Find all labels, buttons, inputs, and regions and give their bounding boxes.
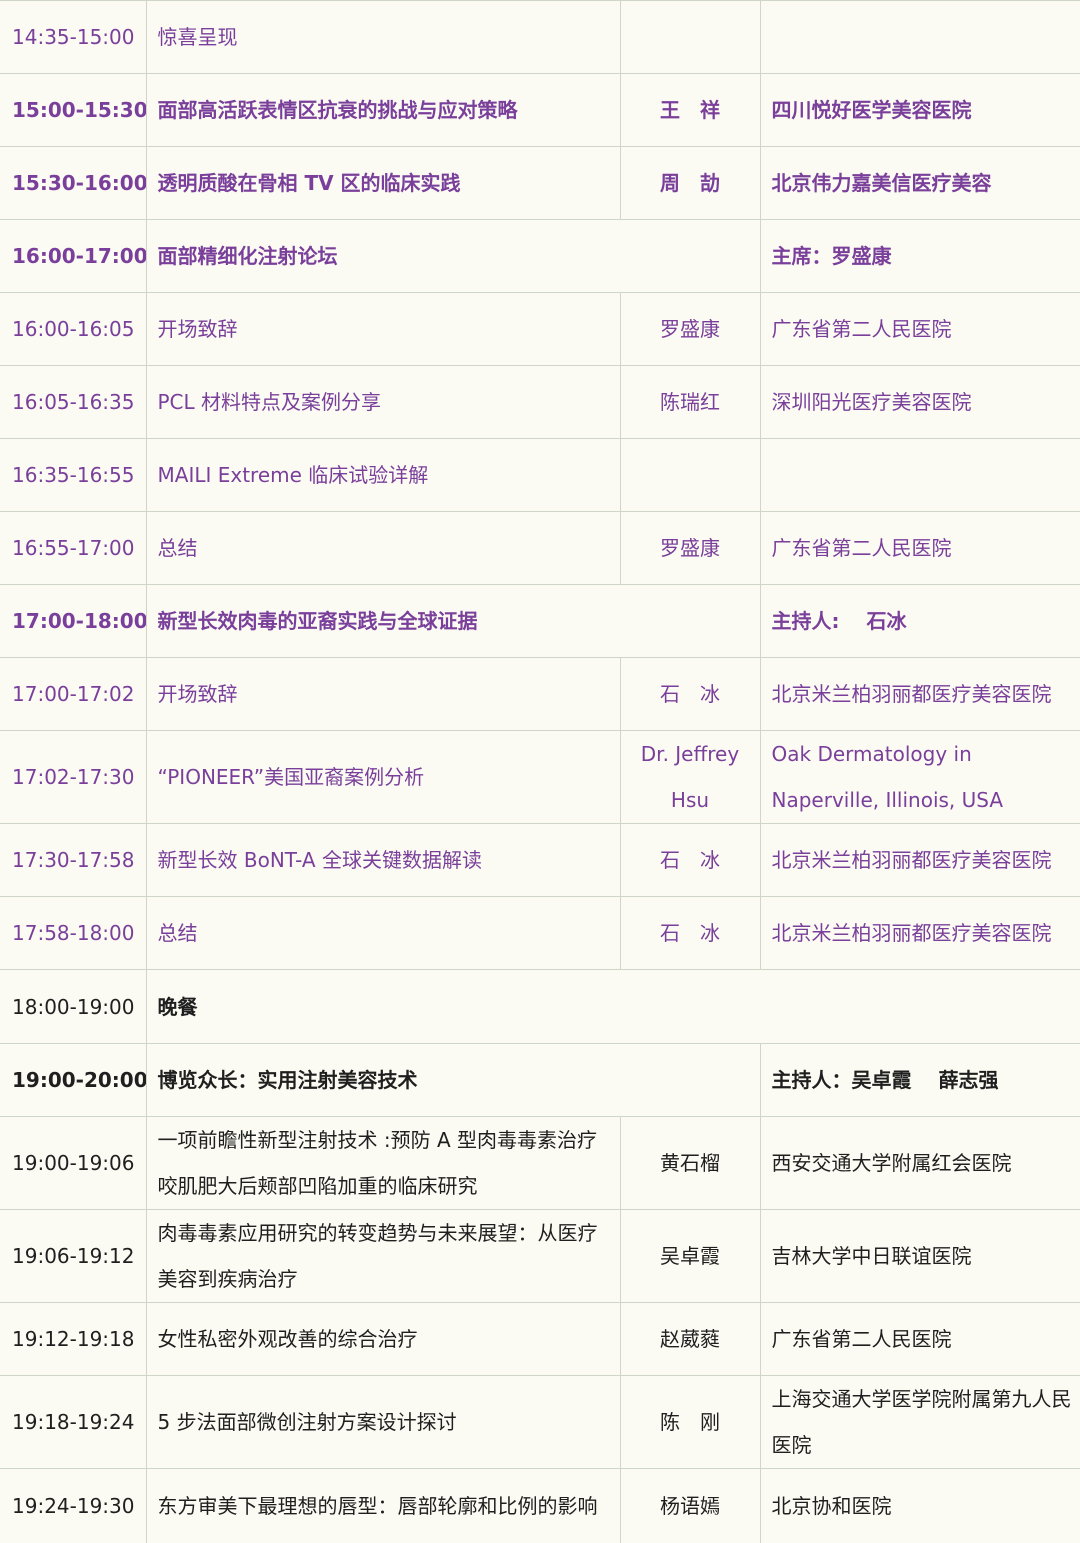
agenda-row: 19:18-19:24 5 步法面部微创注射方案设计探讨陈 刚上海交通大学医学院附… xyxy=(0,1375,1080,1469)
session-time: 19:18-19:24 xyxy=(0,1375,146,1469)
session-speaker: 陈瑞红 xyxy=(619,365,760,439)
session-time: 17:30-17:58 xyxy=(0,823,146,897)
session-time: 16:00-17:00 xyxy=(0,219,146,293)
session-organization: 主持人：吴卓霞 薛志强 xyxy=(759,1043,1080,1117)
session-speaker: 黄石榴 xyxy=(619,1116,760,1210)
session-organization: 四川悦好医学美容医院 xyxy=(759,73,1080,147)
session-time: 19:24-19:30 xyxy=(0,1468,146,1543)
session-organization: 主持人: 石冰 xyxy=(759,584,1080,658)
session-topic: “PIONEER”美国亚裔案例分析 xyxy=(145,730,620,824)
agenda-row: 17:30-17:58 新型长效 BoNT-A 全球关键数据解读石 冰北京米兰柏羽… xyxy=(0,823,1080,897)
session-time: 17:58-18:00 xyxy=(0,896,146,970)
session-topic: 晚餐 xyxy=(145,969,1080,1044)
session-topic: 开场致辞 xyxy=(145,292,620,366)
session-organization: Oak Dermatology in Naperville, Illinois,… xyxy=(759,730,1080,824)
agenda-row: 16:00-17:00 面部精细化注射论坛 主席：罗盛康 xyxy=(0,219,1080,293)
session-organization: 吉林大学中日联谊医院 xyxy=(759,1209,1080,1303)
session-time: 18:00-19:00 xyxy=(0,969,146,1044)
session-topic: 面部精细化注射论坛 xyxy=(145,219,760,293)
session-organization: 深圳阳光医疗美容医院 xyxy=(759,365,1080,439)
agenda-row: 15:30-16:00 透明质酸在骨相 TV 区的临床实践周 劼北京伟力嘉美信医疗… xyxy=(0,146,1080,220)
session-speaker xyxy=(619,438,760,512)
session-topic: 开场致辞 xyxy=(145,657,620,731)
agenda-row: 19:00-19:06 一项前瞻性新型注射技术 :预防 A 型肉毒毒素治疗咬肌肥大… xyxy=(0,1116,1080,1210)
session-time: 19:00-19:06 xyxy=(0,1116,146,1210)
session-topic: 女性私密外观改善的综合治疗 xyxy=(145,1302,620,1376)
agenda-row: 15:00-15:30 面部高活跃表情区抗衰的挑战与应对策略王 祥四川悦好医学美容… xyxy=(0,73,1080,147)
session-speaker: Dr. Jeffrey Hsu xyxy=(619,730,760,824)
session-topic: 面部高活跃表情区抗衰的挑战与应对策略 xyxy=(145,73,620,147)
agenda-row: 18:00-19:00 晚餐 xyxy=(0,969,1080,1044)
session-organization xyxy=(759,438,1080,512)
session-time: 17:00-18:00 xyxy=(0,584,146,658)
session-time: 19:12-19:18 xyxy=(0,1302,146,1376)
session-speaker: 杨语嫣 xyxy=(619,1468,760,1543)
agenda-row: 19:00-20:00 博览众长：实用注射美容技术 主持人：吴卓霞 薛志强 xyxy=(0,1043,1080,1117)
session-speaker: 吴卓霞 xyxy=(619,1209,760,1303)
session-organization: 北京米兰柏羽丽都医疗美容医院 xyxy=(759,823,1080,897)
session-topic: MAILI Extreme 临床试验详解 xyxy=(145,438,620,512)
session-speaker: 周 劼 xyxy=(619,146,760,220)
session-topic: 总结 xyxy=(145,511,620,585)
session-organization: 广东省第二人民医院 xyxy=(759,1302,1080,1376)
session-time: 17:00-17:02 xyxy=(0,657,146,731)
session-speaker: 石 冰 xyxy=(619,823,760,897)
session-time: 16:55-17:00 xyxy=(0,511,146,585)
session-organization: 西安交通大学附属红会医院 xyxy=(759,1116,1080,1210)
agenda-table: 14:35-15:00 惊喜呈现 15:00-15:30 面部高活跃表情区抗衰的挑战与… xyxy=(0,0,1080,1543)
agenda-row: 19:24-19:30 东方审美下最理想的唇型：唇部轮廓和比例的影响 杨语嫣 北京协和… xyxy=(0,1468,1080,1543)
session-time: 15:30-16:00 xyxy=(0,146,146,220)
session-speaker: 罗盛康 xyxy=(619,511,760,585)
session-topic: 5 步法面部微创注射方案设计探讨 xyxy=(145,1375,620,1469)
agenda-row: 16:35-16:55 MAILI Extreme 临床试验详解 xyxy=(0,438,1080,512)
session-organization: 主席：罗盛康 xyxy=(759,219,1080,293)
session-topic: 肉毒毒素应用研究的转变趋势与未来展望：从医疗美容到疾病治疗 xyxy=(145,1209,620,1303)
session-speaker: 赵葳蕤 xyxy=(619,1302,760,1376)
agenda-row: 17:58-18:00 总结石 冰北京米兰柏羽丽都医疗美容医院 xyxy=(0,896,1080,970)
session-speaker: 王 祥 xyxy=(619,73,760,147)
session-topic: 东方审美下最理想的唇型：唇部轮廓和比例的影响 xyxy=(145,1468,620,1543)
session-topic: 博览众长：实用注射美容技术 xyxy=(145,1043,760,1117)
session-topic: 一项前瞻性新型注射技术 :预防 A 型肉毒毒素治疗咬肌肥大后颊部凹陷加重的临床研… xyxy=(145,1116,620,1210)
agenda-row: 17:00-17:02 开场致辞石 冰北京米兰柏羽丽都医疗美容医院 xyxy=(0,657,1080,731)
session-speaker: 陈 刚 xyxy=(619,1375,760,1469)
session-speaker: 石 冰 xyxy=(619,657,760,731)
session-organization: 北京米兰柏羽丽都医疗美容医院 xyxy=(759,896,1080,970)
session-organization: 上海交通大学医学院附属第九人民医院 xyxy=(759,1375,1080,1469)
session-time: 14:35-15:00 xyxy=(0,0,146,74)
agenda-row: 16:05-16:35 PCL 材料特点及案例分享 陈瑞红 深圳阳光医疗美容医院 xyxy=(0,365,1080,439)
session-topic: 惊喜呈现 xyxy=(145,0,620,74)
agenda-row: 16:00-16:05 开场致辞 罗盛康 广东省第二人民医院 xyxy=(0,292,1080,366)
session-time: 17:02-17:30 xyxy=(0,730,146,824)
session-topic: 总结 xyxy=(145,896,620,970)
agenda-body: 14:35-15:00 惊喜呈现 15:00-15:30 面部高活跃表情区抗衰的挑战与… xyxy=(0,0,1080,1543)
agenda-row: 17:02-17:30 “PIONEER”美国亚裔案例分析 Dr. Jeffrey… xyxy=(0,730,1080,824)
session-organization: 广东省第二人民医院 xyxy=(759,511,1080,585)
session-time: 16:05-16:35 xyxy=(0,365,146,439)
session-time: 19:00-20:00 xyxy=(0,1043,146,1117)
session-time: 15:00-15:30 xyxy=(0,73,146,147)
agenda-row: 14:35-15:00 惊喜呈现 xyxy=(0,0,1080,74)
agenda-row: 19:06-19:12 肉毒毒素应用研究的转变趋势与未来展望：从医疗美容到疾病治疗… xyxy=(0,1209,1080,1303)
session-topic: 新型长效 BoNT-A 全球关键数据解读 xyxy=(145,823,620,897)
session-topic: 新型长效肉毒的亚裔实践与全球证据 xyxy=(145,584,760,658)
agenda-row: 16:55-17:00 总结 罗盛康 广东省第二人民医院 xyxy=(0,511,1080,585)
session-organization: 广东省第二人民医院 xyxy=(759,292,1080,366)
session-organization: 北京米兰柏羽丽都医疗美容医院 xyxy=(759,657,1080,731)
session-organization: 北京协和医院 xyxy=(759,1468,1080,1543)
session-speaker: 石 冰 xyxy=(619,896,760,970)
session-time: 16:00-16:05 xyxy=(0,292,146,366)
session-organization: 北京伟力嘉美信医疗美容 xyxy=(759,146,1080,220)
session-time: 19:06-19:12 xyxy=(0,1209,146,1303)
agenda-row: 19:12-19:18 女性私密外观改善的综合治疗 赵葳蕤 广东省第二人民医院 xyxy=(0,1302,1080,1376)
session-time: 16:35-16:55 xyxy=(0,438,146,512)
session-speaker: 罗盛康 xyxy=(619,292,760,366)
session-topic: 透明质酸在骨相 TV 区的临床实践 xyxy=(145,146,620,220)
session-organization xyxy=(759,0,1080,74)
session-topic: PCL 材料特点及案例分享 xyxy=(145,365,620,439)
session-speaker xyxy=(619,0,760,74)
agenda-row: 17:00-18:00 新型长效肉毒的亚裔实践与全球证据 主持人: 石冰 xyxy=(0,584,1080,658)
